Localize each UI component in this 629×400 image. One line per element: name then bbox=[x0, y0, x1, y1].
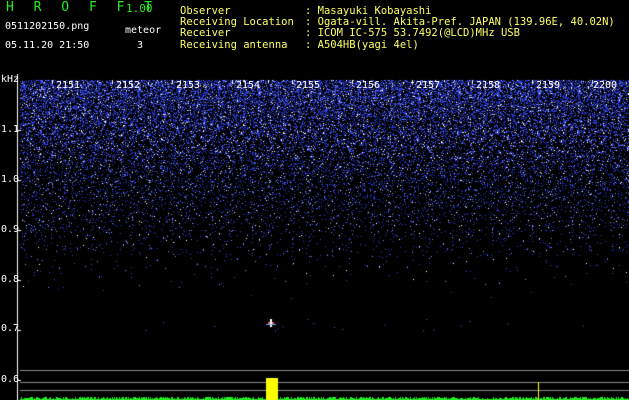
freq-tick: 0.9 bbox=[1, 224, 20, 235]
file-name: 0511202150.png bbox=[5, 21, 90, 32]
freq-tick: 0.6 bbox=[1, 374, 20, 385]
antenna-label: Receiving antenna bbox=[180, 39, 288, 51]
antenna-value: : A504HB(yagi 4el) bbox=[305, 39, 419, 51]
time-tick: 2151 bbox=[56, 80, 81, 91]
freq-tick: 0.8 bbox=[1, 274, 20, 285]
time-tick: 2156 bbox=[356, 80, 381, 91]
time-tick: 2153 bbox=[176, 80, 201, 91]
time-tick: 2157 bbox=[416, 80, 441, 91]
time-tick: 2152 bbox=[116, 80, 141, 91]
freq-tick: 0.7 bbox=[1, 323, 20, 334]
time-tick: 2159 bbox=[536, 80, 561, 91]
spectrogram-canvas bbox=[0, 74, 629, 400]
datetime: 05.11.20 21:50 bbox=[5, 40, 90, 51]
time-tick: 2200 bbox=[593, 80, 618, 91]
meteor-label: meteor bbox=[125, 25, 162, 36]
app-version: 1.00 bbox=[126, 2, 153, 15]
freq-tick: 1.1 bbox=[1, 124, 20, 135]
freq-tick: 1.0 bbox=[1, 174, 20, 185]
receiver-label: Receiver bbox=[180, 27, 231, 39]
time-tick: 2154 bbox=[236, 80, 261, 91]
time-tick: 2155 bbox=[296, 80, 321, 91]
time-tick: 2158 bbox=[476, 80, 501, 91]
meteor-count: 3 bbox=[137, 40, 144, 51]
receiver-value: : ICOM IC-575 53.7492(@LCD)MHz USB bbox=[305, 27, 520, 39]
khz-label: kHz bbox=[1, 74, 20, 85]
